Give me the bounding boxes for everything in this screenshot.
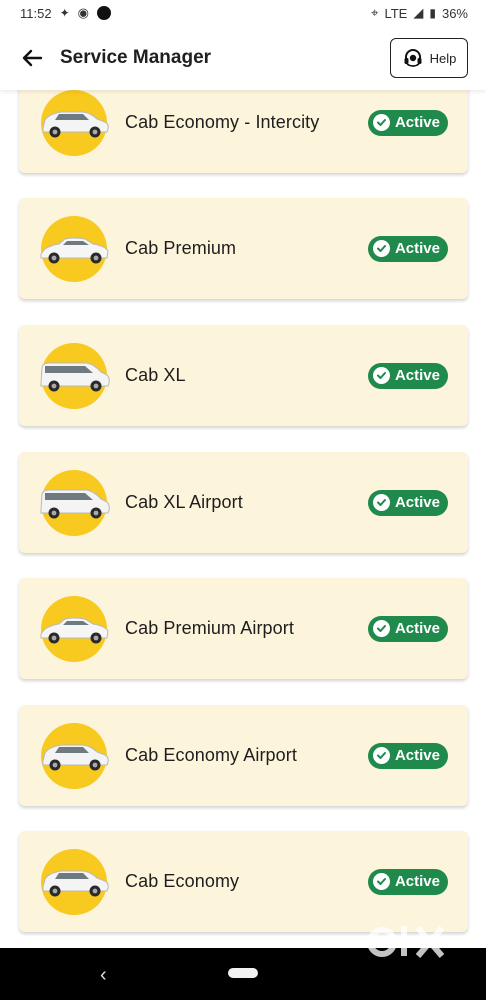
- location-icon: ⌖: [371, 5, 379, 20]
- nav-home-button[interactable]: [228, 968, 258, 978]
- help-button[interactable]: Help: [390, 38, 468, 78]
- service-card[interactable]: Cab Economy - Intercity Active: [19, 90, 468, 173]
- arrow-left-icon: [22, 49, 43, 67]
- service-name: Cab Economy - Intercity: [125, 112, 320, 132]
- battery-icon: ▮: [429, 6, 436, 20]
- car-icon: [40, 617, 109, 643]
- status-time: 11:52: [20, 5, 52, 21]
- car-avatar: [40, 342, 110, 409]
- car-avatar: [40, 469, 110, 536]
- check-circle-icon: [372, 494, 390, 511]
- olx-watermark-logo: [367, 926, 445, 958]
- status-label: Active: [394, 747, 440, 764]
- car-avatar: [41, 722, 109, 789]
- car-icon: [42, 744, 109, 770]
- nav-back-icon[interactable]: ‹: [100, 964, 107, 987]
- status-label: Active: [394, 494, 440, 511]
- service-card[interactable]: Cab Economy Airport Active: [19, 705, 468, 806]
- status-badge: Active: [367, 742, 448, 769]
- page-title: Service Manager: [60, 47, 212, 68]
- car-icon: [40, 489, 110, 518]
- headset-icon: [404, 49, 422, 67]
- signal-icon: ◢: [413, 5, 424, 20]
- check-circle-icon: [372, 620, 390, 637]
- car-avatar: [40, 595, 109, 662]
- car-icon: [40, 237, 109, 263]
- status-label: Active: [394, 114, 440, 131]
- car-icon: [40, 362, 110, 391]
- app-bar: Service Manager Help: [0, 26, 486, 90]
- check-circle-icon: [372, 873, 390, 890]
- service-name: Cab XL Airport: [125, 492, 243, 512]
- service-card[interactable]: Cab Premium Active: [19, 198, 468, 299]
- check-circle-icon: [372, 747, 390, 764]
- service-card[interactable]: Cab XL Airport Active: [19, 452, 468, 553]
- service-name: Cab Economy: [125, 871, 240, 891]
- status-badge: Active: [367, 868, 448, 895]
- status-label: Active: [394, 240, 440, 257]
- check-circle-icon: [372, 114, 390, 131]
- status-bar: 11:52 ✦ ◉ ⌖ LTE ◢ ▮ 36%: [0, 0, 486, 26]
- service-name: Cab Premium: [125, 238, 237, 258]
- status-label: Active: [394, 873, 440, 890]
- service-name: Cab XL: [125, 365, 186, 385]
- check-circle-icon: [372, 367, 390, 384]
- status-badge: Active: [367, 362, 448, 389]
- service-card[interactable]: Cab Economy Active: [19, 831, 468, 932]
- notification-dot-icon: [96, 6, 111, 20]
- car-avatar: [40, 215, 109, 282]
- help-label: Help: [429, 50, 457, 66]
- network-label: LTE: [384, 5, 408, 21]
- service-name: Cab Economy Airport: [125, 745, 297, 765]
- status-badge: Active: [367, 109, 448, 136]
- battery-level: 36%: [441, 5, 468, 21]
- car-icon: [42, 870, 109, 896]
- status-badge: Active: [367, 489, 448, 516]
- notification-icon: ✦: [59, 6, 70, 20]
- status-badge: Active: [367, 615, 448, 642]
- back-button[interactable]: [18, 44, 46, 72]
- check-circle-icon: [372, 240, 390, 257]
- status-label: Active: [394, 367, 440, 384]
- whatsapp-icon: ◉: [77, 5, 89, 20]
- status-label: Active: [394, 620, 440, 637]
- car-avatar: [41, 90, 109, 156]
- car-icon: [42, 111, 109, 137]
- service-name: Cab Premium Airport: [125, 618, 294, 638]
- car-avatar: [41, 848, 109, 915]
- service-card[interactable]: Cab XL Active: [19, 325, 468, 426]
- service-card[interactable]: Cab Premium Airport Active: [19, 578, 468, 679]
- service-list: Cab Economy - Intercity Active Cab Premi…: [0, 90, 486, 948]
- status-badge: Active: [367, 235, 448, 262]
